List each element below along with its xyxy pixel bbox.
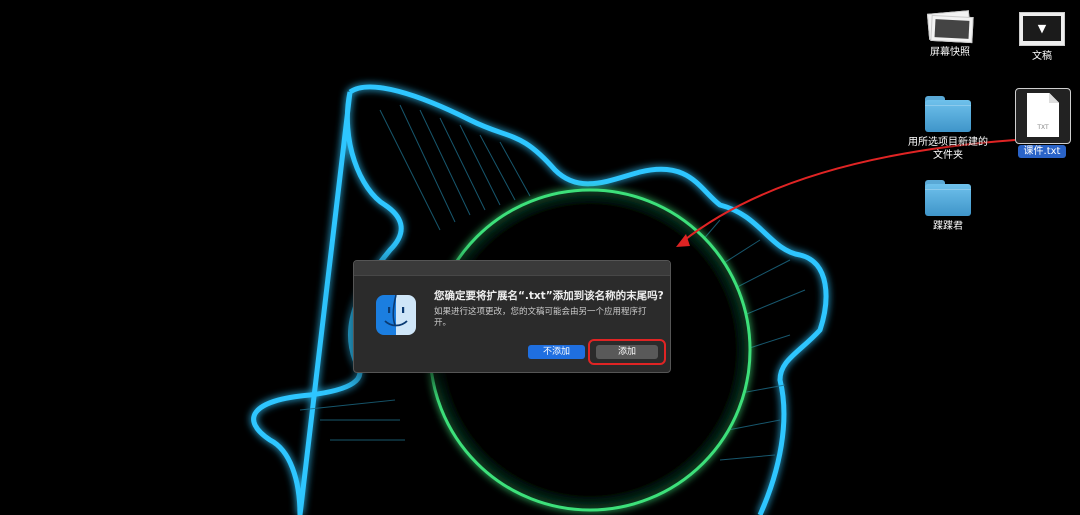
add-button[interactable]: 添加 xyxy=(596,345,658,359)
dialog-message: 如果进行这项更改，您的文稿可能会由另一个应用程序打开。 xyxy=(434,307,647,328)
document-label: 文稿 xyxy=(1032,51,1052,62)
new-folder-item[interactable]: 用所选项目新建的文件夹 xyxy=(903,96,993,162)
screenshot-item[interactable]: 屏幕快照 xyxy=(905,10,995,59)
txt-file-label[interactable]: 课件.txt xyxy=(1018,145,1066,158)
dont-add-button[interactable]: 不添加 xyxy=(528,345,585,359)
dialog-title: 您确定要将扩展名“.txt”添加到该名称的末尾吗? xyxy=(434,290,664,302)
screenshot-label: 屏幕快照 xyxy=(930,47,970,58)
extension-confirm-dialog: 您确定要将扩展名“.txt”添加到该名称的末尾吗? 如果进行这项更改，您的文稿可… xyxy=(353,260,671,373)
txt-file-icon: TXT xyxy=(1027,93,1059,137)
folder2-item[interactable]: 蹀蹀君 xyxy=(903,180,993,233)
dialog-titlebar[interactable] xyxy=(354,261,670,276)
folder-icon xyxy=(925,180,971,216)
txt-type-text: TXT xyxy=(1037,124,1049,131)
txt-file-item[interactable]: TXT xyxy=(1015,88,1071,144)
new-folder-label: 用所选项目新建的文件夹 xyxy=(908,137,988,161)
document-icon: ▼ xyxy=(1019,12,1065,46)
folder-icon xyxy=(925,96,971,132)
document-item[interactable]: ▼ 文稿 xyxy=(997,12,1080,63)
folder2-label: 蹀蹀君 xyxy=(933,221,963,232)
desktop-wallpaper xyxy=(251,84,1016,515)
screenshot-icon xyxy=(926,10,974,44)
finder-icon xyxy=(376,295,416,335)
